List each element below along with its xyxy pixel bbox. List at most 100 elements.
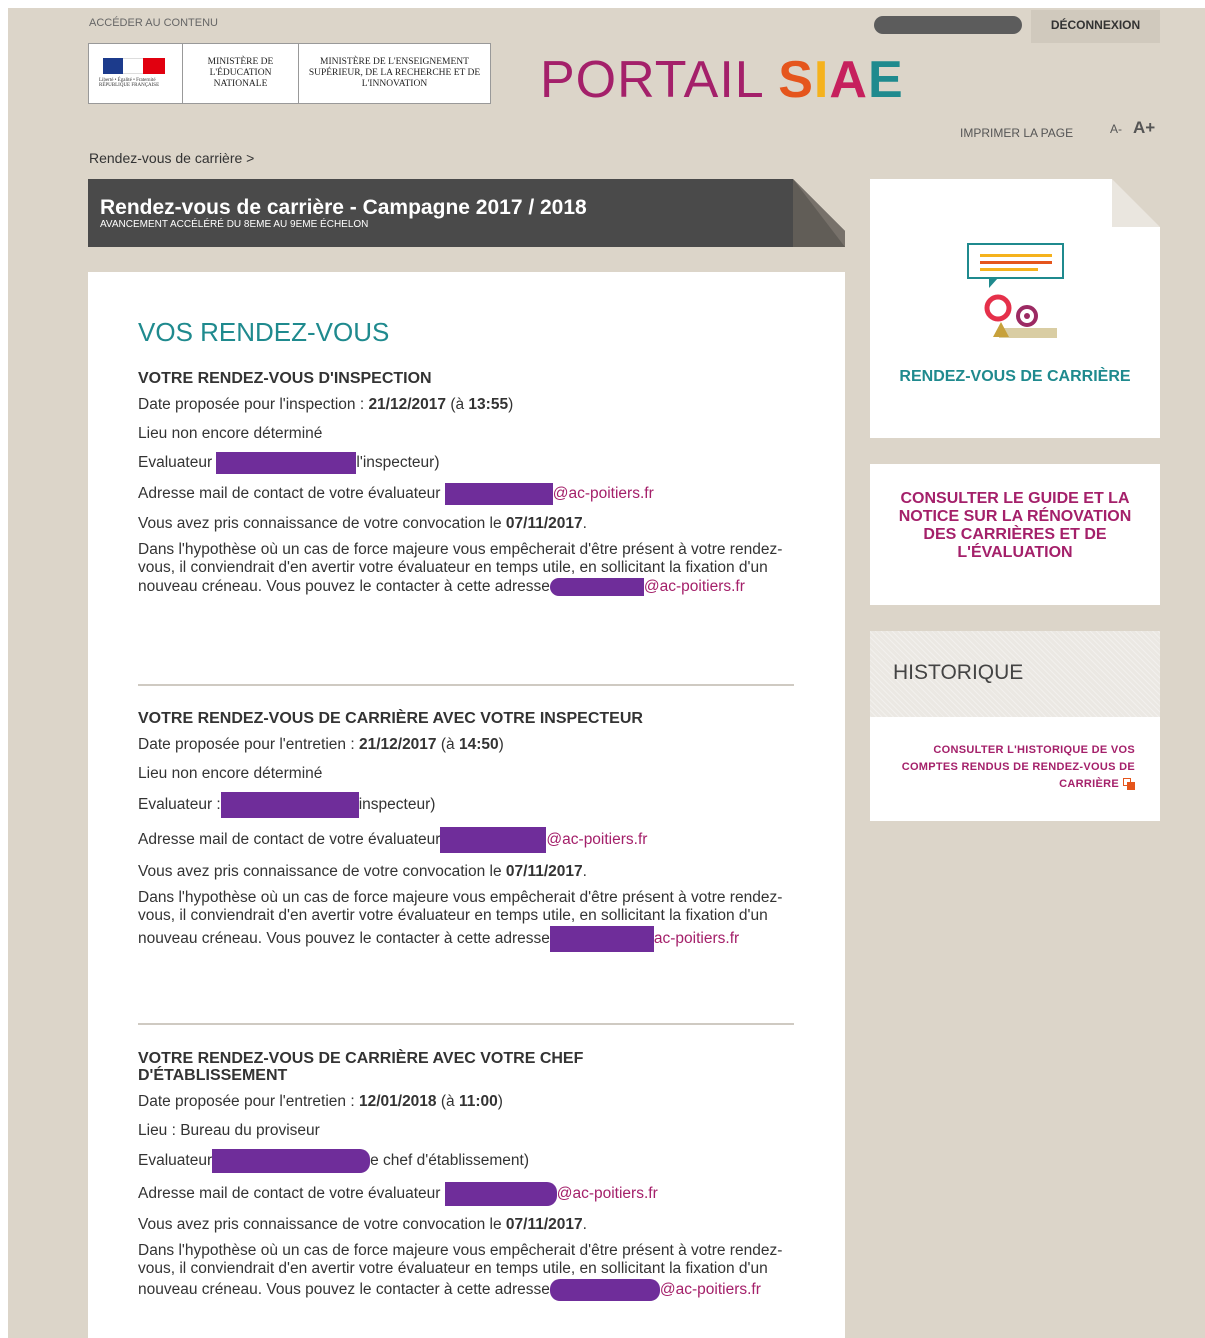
- notice-email-link[interactable]: @ac-poitiers.fr: [644, 578, 745, 595]
- evaluator-role: l'inspecteur): [356, 454, 440, 472]
- breadcrumb[interactable]: Rendez-vous de carrière >: [89, 150, 254, 166]
- appointment-date: Date proposée pour l'entretien : 12/01/2…: [138, 1092, 798, 1112]
- evaluator-label: Evaluateur: [138, 454, 213, 472]
- date-value: 12/01/2018: [358, 1093, 437, 1110]
- appointment-section-inspection: VOTRE RENDEZ-VOUS D'INSPECTION Date prop…: [138, 370, 798, 605]
- marianne-flag-icon: Liberté • Égalité • Fraternité RÉPUBLIQU…: [89, 44, 183, 103]
- logout-button[interactable]: DÉCONNEXION: [1031, 10, 1160, 43]
- convocation-date: 07/11/2017: [505, 863, 583, 880]
- ministry-logo[interactable]: Liberté • Égalité • Fraternité RÉPUBLIQU…: [88, 43, 491, 104]
- email-label: Adresse mail de contact de votre évaluat…: [138, 831, 441, 849]
- time-suffix: ): [497, 1093, 503, 1110]
- history-link[interactable]: CONSULTER L'HISTORIQUE DE VOS COMPTES RE…: [878, 742, 1135, 793]
- email-user-redacted: [440, 827, 547, 853]
- appointment-convocation: Vous avez pris connaissance de votre con…: [138, 1215, 798, 1235]
- email-label: Adresse mail de contact de votre évaluat…: [138, 485, 441, 503]
- notice-email-redacted: [549, 1278, 660, 1301]
- evaluator-name-redacted: [212, 1149, 371, 1173]
- print-page-link[interactable]: IMPRIMER LA PAGE: [960, 126, 1073, 140]
- portal-logo[interactable]: PORTAIL SIAE: [540, 52, 904, 108]
- appointment-notice: Dans l'hypothèse où un cas de force maje…: [138, 1242, 798, 1301]
- evaluator-email-link[interactable]: @ac-poitiers.fr: [557, 1185, 658, 1202]
- appointment-convocation: Vous avez pris connaissance de votre con…: [138, 862, 798, 882]
- time-value: 11:00: [458, 1093, 498, 1110]
- section-heading: VOS RENDEZ-VOUS: [138, 317, 390, 347]
- evaluator-name-redacted: [220, 792, 359, 818]
- ministry-education: MINISTÈRE DE L'ÉDUCATION NATIONALE: [183, 44, 299, 103]
- card-fold-icon: [1112, 179, 1160, 227]
- time-prefix: (à: [436, 736, 459, 753]
- evaluator-name-redacted: [216, 452, 357, 474]
- logo-letter-s: S: [778, 51, 814, 109]
- convocation-label: Vous avez pris connaissance de votre con…: [138, 863, 506, 880]
- skip-to-content-link[interactable]: ACCÉDER AU CONTENU: [89, 17, 218, 29]
- font-increase-button[interactable]: A+: [1133, 118, 1155, 138]
- career-appointment-icon: [967, 243, 1064, 338]
- appointment-evaluator: Evaluateur : inspecteur): [138, 792, 798, 818]
- appointment-title: VOTRE RENDEZ-VOUS D'INSPECTION: [138, 370, 432, 387]
- time-suffix: ): [498, 736, 504, 753]
- convocation-label: Vous avez pris connaissance de votre con…: [138, 1216, 506, 1233]
- appointment-email: Adresse mail de contact de votre évaluat…: [138, 827, 798, 853]
- appointment-title: VOTRE RENDEZ-VOUS DE CARRIÈRE AVEC VOTRE…: [138, 710, 643, 727]
- evaluator-email-link[interactable]: @ac-poitiers.fr: [553, 485, 654, 502]
- ministry-higher-education: MINISTÈRE DE L'ENSEIGNEMENT SUPÉRIEUR, D…: [308, 57, 481, 89]
- logo-letter-a: A: [829, 51, 868, 109]
- user-name-redacted: [874, 16, 1022, 34]
- evaluator-email-link[interactable]: @ac-poitiers.fr: [546, 831, 647, 848]
- career-appointment-card[interactable]: RENDEZ-VOUS DE CARRIÈRE: [870, 179, 1160, 438]
- appointment-notice: Dans l'hypothèse où un cas de force maje…: [138, 889, 798, 952]
- convocation-label: Vous avez pris connaissance de votre con…: [138, 515, 506, 532]
- portal-prefix: PORTAIL: [540, 51, 763, 109]
- appointment-place: Lieu : Bureau du proviseur: [138, 1121, 320, 1139]
- appointment-place: Lieu non encore déterminé: [138, 764, 323, 782]
- page-title: Rendez-vous de carrière - Campagne 2017 …: [100, 196, 587, 219]
- main-content: VOS RENDEZ-VOUS VOTRE RENDEZ-VOUS D'INSP…: [88, 272, 845, 1338]
- history-header: HISTORIQUE: [870, 631, 1160, 717]
- appointment-section-inspector: VOTRE RENDEZ-VOUS DE CARRIÈRE AVEC VOTRE…: [138, 710, 798, 961]
- notice-email-redacted: [549, 577, 644, 596]
- appointment-convocation: Vous avez pris connaissance de votre con…: [138, 514, 798, 534]
- evaluator-label: Evaluateur :: [138, 796, 221, 814]
- appointment-date: Date proposée pour l'inspection : 21/12/…: [138, 395, 798, 415]
- appointment-email: Adresse mail de contact de votre évaluat…: [138, 483, 798, 505]
- section-divider: [138, 1023, 794, 1025]
- convocation-date: 07/11/2017: [505, 1216, 583, 1233]
- appointment-notice: Dans l'hypothèse où un cas de force maje…: [138, 541, 798, 597]
- convocation-end: .: [582, 1216, 587, 1233]
- appointment-title: VOTRE RENDEZ-VOUS DE CARRIÈRE AVEC VOTRE…: [138, 1050, 584, 1084]
- history-title: HISTORIQUE: [893, 661, 1024, 684]
- notice-email-link[interactable]: @ac-poitiers.fr: [660, 1281, 761, 1298]
- time-prefix: (à: [446, 396, 469, 413]
- section-divider: [138, 684, 794, 686]
- email-user-redacted: [444, 483, 553, 505]
- email-label: Adresse mail de contact de votre évaluat…: [138, 1185, 441, 1203]
- evaluator-role: inspecteur): [358, 796, 436, 814]
- time-suffix: ): [508, 396, 514, 413]
- appointment-place: Lieu non encore déterminé: [138, 424, 323, 442]
- notice-email-link[interactable]: ac-poitiers.fr: [654, 930, 739, 947]
- logo-letter-i: I: [813, 51, 830, 109]
- appointment-evaluator: Evaluateur e chef d'établissement): [138, 1149, 798, 1173]
- appointment-evaluator: Evaluateur l'inspecteur): [138, 452, 798, 474]
- history-link-text: CONSULTER L'HISTORIQUE DE VOS COMPTES RE…: [901, 744, 1135, 790]
- time-value: 13:55: [468, 396, 509, 413]
- page-subtitle: AVANCEMENT ACCÉLÉRÉ DU 8EME AU 9EME ÉCHE…: [100, 219, 369, 230]
- font-decrease-button[interactable]: A-: [1110, 122, 1122, 136]
- career-appointment-label: RENDEZ-VOUS DE CARRIÈRE: [899, 368, 1131, 385]
- convocation-date: 07/11/2017: [505, 515, 583, 532]
- guide-notice-card[interactable]: CONSULTER LE GUIDE ET LA NOTICE SUR LA R…: [870, 464, 1160, 605]
- evaluator-role: e chef d'établissement): [370, 1152, 530, 1170]
- history-card: HISTORIQUE CONSULTER L'HISTORIQUE DE VOS…: [870, 631, 1160, 821]
- page-banner: Rendez-vous de carrière - Campagne 2017 …: [88, 179, 845, 247]
- flag-caption: Liberté • Égalité • Fraternité RÉPUBLIQU…: [99, 78, 160, 88]
- guide-notice-label: CONSULTER LE GUIDE ET LA NOTICE SUR LA R…: [898, 490, 1132, 561]
- appointment-date: Date proposée pour l'entretien : 21/12/2…: [138, 735, 798, 755]
- portal-siae-letters: SIAE: [778, 51, 903, 109]
- appointment-section-head: VOTRE RENDEZ-VOUS DE CARRIÈRE AVEC VOTRE…: [138, 1050, 798, 1310]
- time-prefix: (à: [436, 1093, 459, 1110]
- time-value: 14:50: [458, 736, 499, 753]
- convocation-end: .: [582, 863, 587, 880]
- date-value: 21/12/2017: [368, 396, 447, 413]
- convocation-end: .: [582, 515, 587, 532]
